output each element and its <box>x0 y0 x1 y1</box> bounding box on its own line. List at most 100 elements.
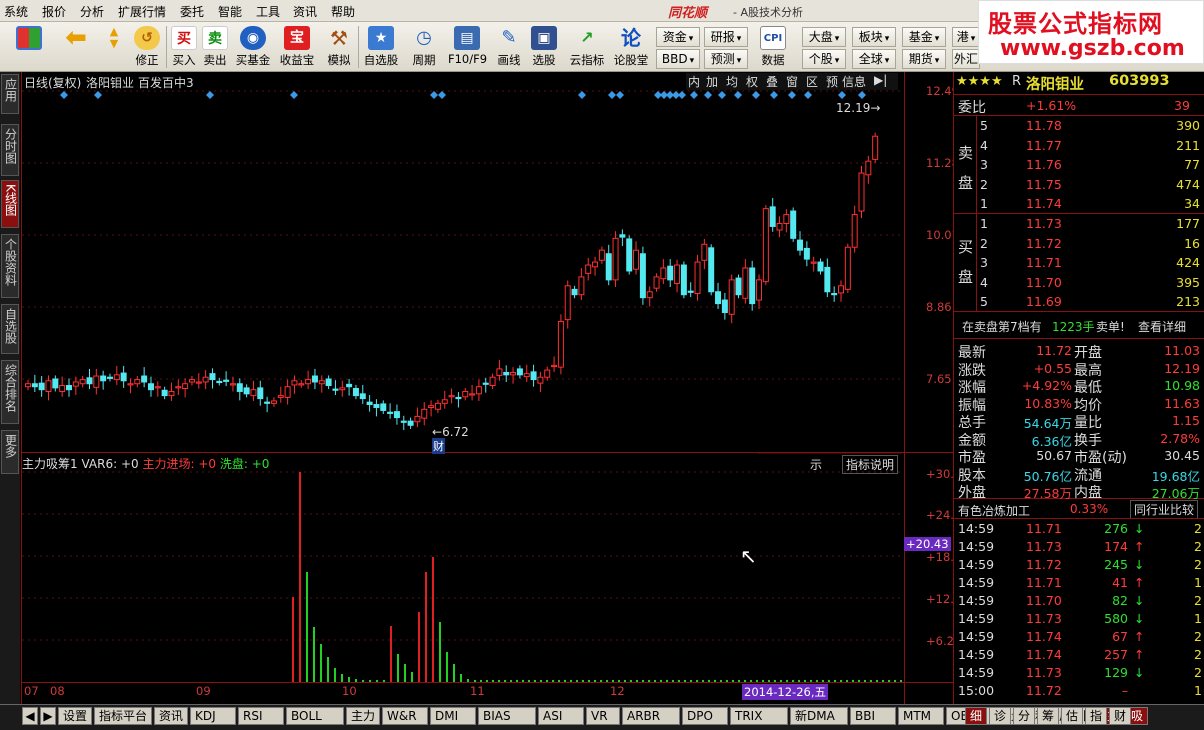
right-tab-5[interactable]: 指 <box>1085 707 1107 725</box>
notice-detail-link[interactable]: 查看详细 <box>1138 318 1186 335</box>
candle-body <box>619 234 626 238</box>
tab-7[interactable]: W&R <box>382 707 428 725</box>
profit-treasure-button[interactable]: 宝收益宝 <box>278 26 316 70</box>
cpi-icon: CPI <box>760 26 786 50</box>
tab-timeshare[interactable]: 分时图 <box>1 124 19 176</box>
menu-system[interactable]: 系统 <box>4 3 28 20</box>
indicator-show-button[interactable]: 示 <box>810 456 822 473</box>
forum-button[interactable]: 论论股堂 <box>612 26 650 70</box>
tab-11[interactable]: VR <box>586 707 620 725</box>
up-down-button[interactable]: ▲ ▼ <box>100 26 128 70</box>
signal-diamond-icon <box>206 91 214 99</box>
menu-ext-quote[interactable]: 扩展行情 <box>118 3 166 20</box>
sell-volume: 211 <box>1176 137 1200 153</box>
tick-count: 1 <box>1194 575 1202 590</box>
stock-select-button[interactable]: ▣ 选股 <box>525 26 563 70</box>
back-button[interactable]: ⬅ <box>58 25 94 70</box>
forex-dropdown[interactable]: 外汇 <box>952 49 980 69</box>
tab-1[interactable]: 指标平台 <box>94 707 152 725</box>
market-dropdown[interactable]: 大盘 <box>802 27 846 47</box>
tab-more[interactable]: 更多 <box>1 430 19 474</box>
tab-5[interactable]: BOLL <box>286 707 344 725</box>
indicator-explain-button[interactable]: 指标说明 <box>842 455 899 474</box>
menu-news[interactable]: 资讯 <box>293 3 317 20</box>
tab-6[interactable]: 主力 <box>346 707 380 725</box>
tab-kline[interactable]: K线图 <box>1 180 19 228</box>
research-dropdown[interactable]: 研报 <box>704 27 748 47</box>
menu-tools[interactable]: 工具 <box>256 3 280 20</box>
tab-10[interactable]: ASI <box>538 707 584 725</box>
right-tab-0[interactable]: 细 <box>965 707 987 725</box>
tab-kline-label: K线图 <box>3 184 18 216</box>
menu-smart[interactable]: 智能 <box>218 3 242 20</box>
f10-button[interactable]: ▤ F10/F9 <box>448 26 487 70</box>
tab-15[interactable]: 新DMA <box>790 707 848 725</box>
buy-fund-button[interactable]: ◉ 买基金 <box>234 26 272 70</box>
tab-ranking[interactable]: 综合排名 <box>1 360 19 424</box>
tab-9[interactable]: BIAS <box>478 707 536 725</box>
sell-button[interactable]: 卖卖出 <box>196 26 234 70</box>
layout-button[interactable] <box>12 26 46 70</box>
menu-trade[interactable]: 委托 <box>180 3 204 20</box>
x-label: 10 <box>342 684 357 698</box>
menu-help[interactable]: 帮助 <box>331 3 355 20</box>
tab-13[interactable]: DPO <box>682 707 728 725</box>
right-tab-3[interactable]: 筹 <box>1037 707 1059 725</box>
tab-apps[interactable]: 应用 <box>1 74 19 114</box>
candle-body <box>462 390 469 398</box>
candle-body <box>257 387 264 400</box>
mouse-cursor-icon: ↖ <box>740 544 757 568</box>
tab-3[interactable]: KDJ <box>190 707 236 725</box>
buy-price: 11.70 <box>1026 274 1062 290</box>
fix-button[interactable]: ↺ 修正 <box>128 26 166 70</box>
period-button[interactable]: ◷ 周期 <box>405 26 443 70</box>
bbd-button[interactable]: BBD <box>656 49 700 69</box>
x-label: 12 <box>610 684 625 698</box>
tab-2[interactable]: 资讯 <box>154 707 188 725</box>
right-tab-4[interactable]: 估 <box>1061 707 1083 725</box>
stock-dropdown[interactable]: 个股 <box>802 49 846 69</box>
tab-4[interactable]: RSI <box>238 707 284 725</box>
candle-body <box>352 387 359 397</box>
kline-chart-area[interactable]: 日线(复权) 洛阳钼业 百发百中3 内 加 均 权 叠 窗 区 预 信息 ▶| … <box>21 72 969 704</box>
global-dropdown[interactable]: 全球 <box>852 49 896 69</box>
finance-marker[interactable]: 财 <box>432 438 445 454</box>
tab-watchlist[interactable]: 自选股 <box>1 304 19 354</box>
hk-dropdown[interactable]: 港 <box>952 27 980 47</box>
divider <box>954 518 1204 519</box>
stat-value: 50.76亿 <box>1023 468 1072 484</box>
forecast-dropdown[interactable]: 预测 <box>704 49 748 69</box>
fund-dropdown[interactable]: 基金 <box>902 27 946 47</box>
candle-body <box>783 214 790 224</box>
right-tab-1[interactable]: 诊 <box>989 707 1011 725</box>
menu-analysis[interactable]: 分析 <box>80 3 104 20</box>
brand-subtitle: - A股技术分析 <box>733 6 803 19</box>
tab-stock-info[interactable]: 个股资料 <box>1 234 19 298</box>
candle-body <box>482 382 489 385</box>
tab-0[interactable]: 设置 <box>58 707 92 725</box>
scroll-left-icon[interactable]: ◀ <box>22 707 38 725</box>
indicator-bar <box>299 472 301 682</box>
tab-12[interactable]: ARBR <box>622 707 680 725</box>
watchlist-button[interactable]: ★ 自选股 <box>362 26 400 70</box>
right-tab-6[interactable]: 财 <box>1109 707 1131 725</box>
industry-compare-button[interactable]: 同行业比较 <box>1130 500 1199 519</box>
simulate-button[interactable]: ⚒ 模拟 <box>320 26 358 70</box>
futures-dropdown[interactable]: 期货 <box>902 49 946 69</box>
data-button[interactable]: CPI 数据 <box>754 26 792 70</box>
tab-14[interactable]: TRIX <box>730 707 788 725</box>
tab-16[interactable]: BBI <box>850 707 896 725</box>
stat-value: 11.72 <box>1036 343 1072 358</box>
tab-8[interactable]: DMI <box>430 707 476 725</box>
tab-17[interactable]: MTM <box>898 707 944 725</box>
capital-dropdown[interactable]: 资金 <box>656 27 700 47</box>
candle-body <box>749 267 756 305</box>
pen-icon: ✎ <box>501 27 517 48</box>
right-tab-2[interactable]: 分 <box>1013 707 1035 725</box>
candle-body <box>134 379 141 385</box>
draw-line-button[interactable]: ✎ 画线 <box>490 26 528 70</box>
menu-quote[interactable]: 报价 <box>42 3 66 20</box>
cloud-indicator-button[interactable]: ↗ 云指标 <box>568 26 606 70</box>
scroll-right-icon[interactable]: ▶ <box>40 707 56 725</box>
sector-dropdown[interactable]: 板块 <box>852 27 896 47</box>
